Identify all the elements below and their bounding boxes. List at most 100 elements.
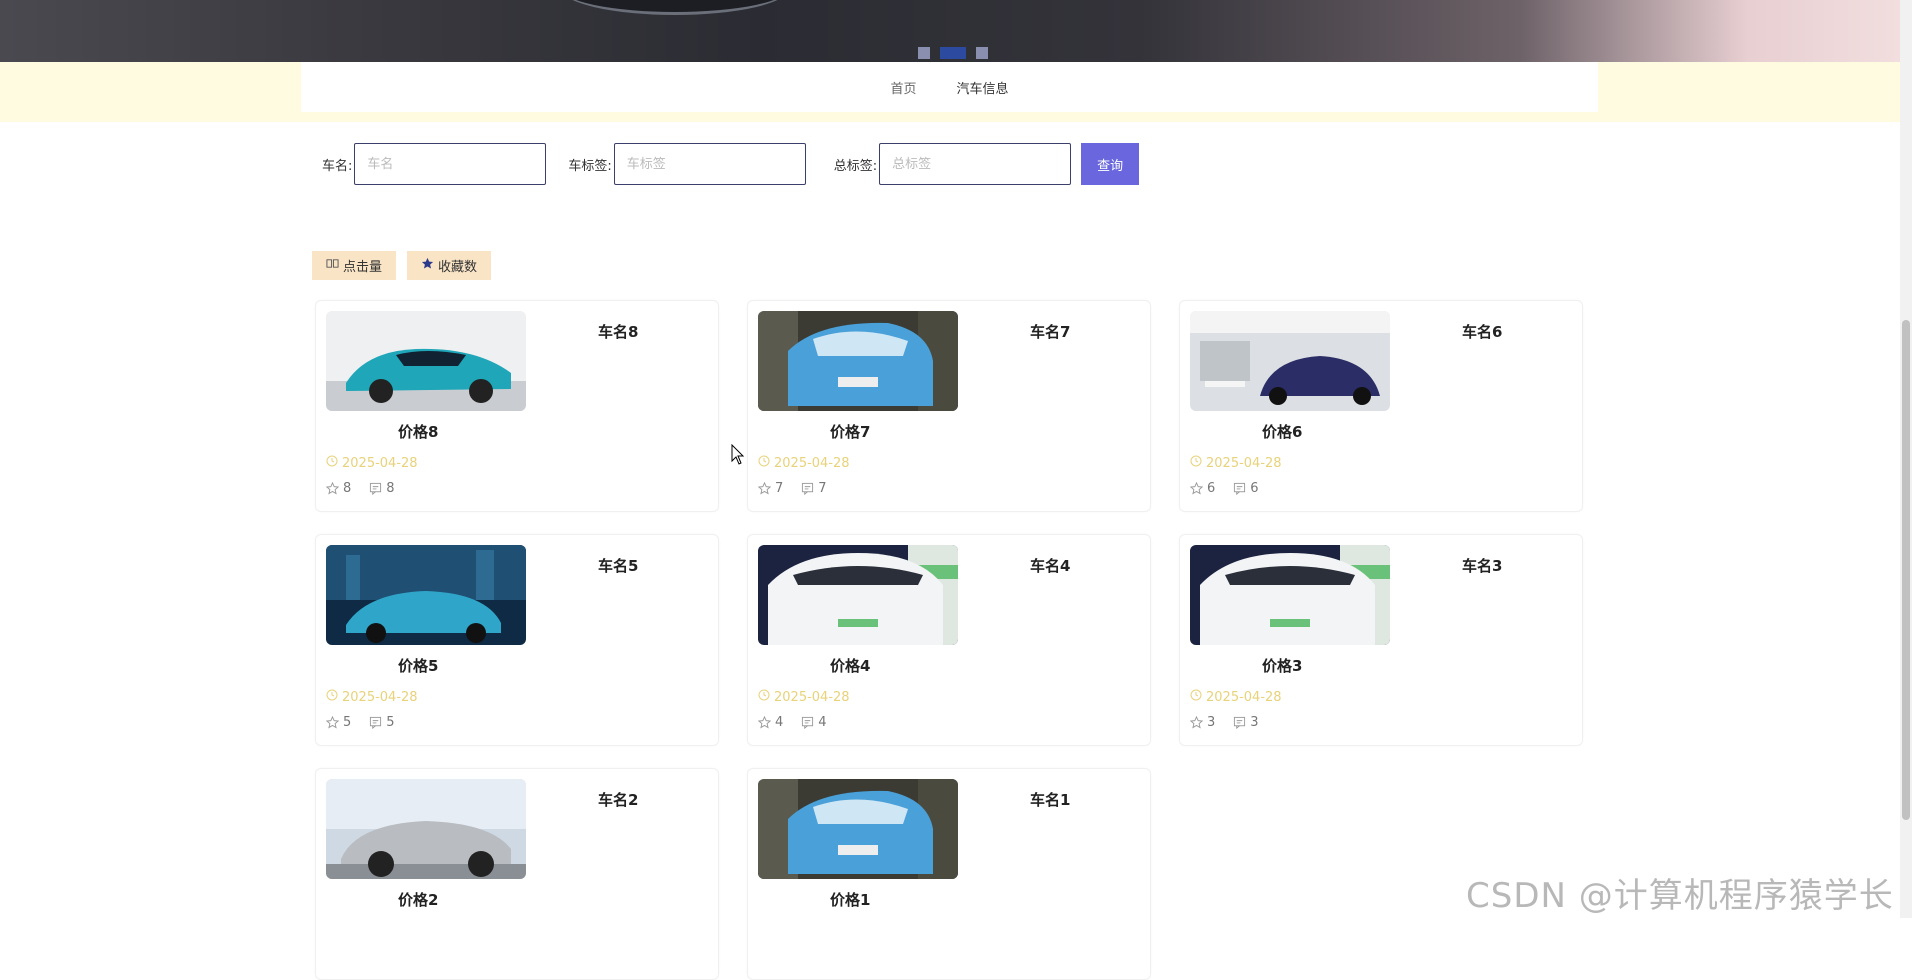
star-outline-icon	[758, 716, 771, 729]
total-tag-label: 总标签:	[833, 158, 878, 174]
sort-by-favorites-button[interactable]: 收藏数	[407, 251, 492, 280]
car-image[interactable]	[758, 545, 958, 645]
post-date: 2025-04-28	[326, 455, 418, 471]
post-date: 2025-04-28	[758, 455, 850, 471]
comment-icon	[369, 482, 382, 495]
star-outline-icon	[1190, 716, 1203, 729]
comment-icon	[1233, 716, 1246, 729]
page-scrollbar[interactable]	[1900, 0, 1912, 918]
carousel-dot-active[interactable]	[940, 47, 966, 59]
comment-icon	[801, 716, 814, 729]
date-text: 2025-04-28	[774, 455, 850, 471]
car-card[interactable]: 车名2 价格2	[315, 768, 719, 980]
car-image[interactable]	[1190, 545, 1390, 645]
star-outline-icon	[758, 482, 771, 495]
car-price: 价格6	[1262, 423, 1303, 441]
car-image[interactable]	[758, 779, 958, 879]
watermark: CSDN @计算机程序猿学长	[1466, 876, 1894, 916]
hero-banner	[0, 0, 1900, 62]
car-image[interactable]	[326, 545, 526, 645]
clock-icon	[758, 689, 770, 705]
carousel-dot[interactable]	[918, 47, 930, 59]
comment-count: 3	[1250, 715, 1259, 730]
car-name-label: 车名:	[322, 158, 353, 174]
car-card[interactable]: 车名3 价格3 2025-04-28 3 3	[1179, 534, 1583, 746]
date-text: 2025-04-28	[1206, 689, 1282, 705]
date-text: 2025-04-28	[1206, 455, 1282, 471]
car-name[interactable]: 车名3	[1462, 555, 1502, 576]
comment-count: 8	[386, 481, 395, 496]
nav-item-home[interactable]: 首页	[890, 78, 916, 97]
total-tag-input[interactable]	[879, 143, 1072, 185]
sort-by-favorites-label: 收藏数	[438, 260, 478, 275]
nav-item-car-info[interactable]: 汽车信息	[957, 78, 1009, 97]
car-name[interactable]: 车名2	[598, 789, 638, 810]
car-name-input[interactable]	[354, 143, 547, 185]
car-price: 价格8	[398, 423, 439, 441]
sort-buttons: 点击量 收藏数	[312, 251, 492, 280]
car-price: 价格3	[1262, 657, 1303, 675]
car-card[interactable]: 车名7 价格7 2025-04-28 7 7	[747, 300, 1151, 512]
comment-icon	[369, 716, 382, 729]
car-tag-label: 车标签:	[568, 158, 612, 174]
mouse-cursor-icon	[731, 444, 745, 465]
car-name[interactable]: 车名4	[1030, 555, 1070, 576]
car-name[interactable]: 车名6	[1462, 321, 1502, 342]
clock-icon	[326, 689, 338, 705]
car-image[interactable]	[326, 779, 526, 879]
comment-count: 5	[386, 715, 395, 730]
car-price: 价格1	[830, 891, 871, 909]
car-card[interactable]: 车名6 价格6 2025-04-28 6 6	[1179, 300, 1583, 512]
comment-icon	[1233, 482, 1246, 495]
car-name[interactable]: 车名5	[598, 555, 638, 576]
car-tag-input[interactable]	[613, 143, 806, 185]
date-text: 2025-04-28	[342, 689, 418, 705]
comment-count: 6	[1250, 481, 1259, 496]
star-icon	[421, 257, 434, 274]
favorite-count: 3	[1207, 715, 1216, 730]
star-outline-icon	[1190, 482, 1203, 495]
comment-count: 4	[818, 715, 827, 730]
post-date: 2025-04-28	[1190, 455, 1282, 471]
car-image[interactable]	[758, 311, 958, 411]
card-stats: 55	[326, 715, 413, 730]
card-stats: 77	[758, 481, 845, 496]
date-text: 2025-04-28	[774, 689, 850, 705]
card-stats: 33	[1190, 715, 1277, 730]
car-name[interactable]: 车名7	[1030, 321, 1070, 342]
comment-icon	[801, 482, 814, 495]
car-image[interactable]	[1190, 311, 1390, 411]
clock-icon	[758, 455, 770, 471]
car-price: 价格5	[398, 657, 439, 675]
car-price: 价格7	[830, 423, 871, 441]
car-image[interactable]	[326, 311, 526, 411]
favorite-count: 7	[775, 481, 784, 496]
clock-icon	[326, 455, 338, 471]
car-name[interactable]: 车名1	[1030, 789, 1070, 810]
car-card[interactable]: 车名1 价格1	[747, 768, 1151, 980]
favorite-count: 4	[775, 715, 784, 730]
star-outline-icon	[326, 716, 339, 729]
clock-icon	[1190, 689, 1202, 705]
car-card[interactable]: 车名4 价格4 2025-04-28 4 4	[747, 534, 1151, 746]
date-text: 2025-04-28	[342, 455, 418, 471]
post-date: 2025-04-28	[326, 689, 418, 705]
car-card[interactable]: 车名5 价格5 2025-04-28 5 5	[315, 534, 719, 746]
banner-car-image	[560, 0, 790, 15]
car-price: 价格2	[398, 891, 439, 909]
post-date: 2025-04-28	[758, 689, 850, 705]
carousel-dots	[918, 47, 988, 59]
book-icon	[326, 257, 339, 274]
car-card[interactable]: 车名8 价格8 2025-04-28 8 8	[315, 300, 719, 512]
scrollbar-thumb[interactable]	[1902, 320, 1910, 820]
favorite-count: 6	[1207, 481, 1216, 496]
car-name[interactable]: 车名8	[598, 321, 638, 342]
query-button[interactable]: 查询	[1081, 143, 1140, 185]
clock-icon	[1190, 455, 1202, 471]
sort-by-clicks-label: 点击量	[343, 260, 383, 275]
favorite-count: 8	[343, 481, 352, 496]
carousel-dot[interactable]	[976, 47, 988, 59]
main-nav: 首页 汽车信息	[301, 62, 1598, 112]
post-date: 2025-04-28	[1190, 689, 1282, 705]
sort-by-clicks-button[interactable]: 点击量	[312, 251, 397, 280]
